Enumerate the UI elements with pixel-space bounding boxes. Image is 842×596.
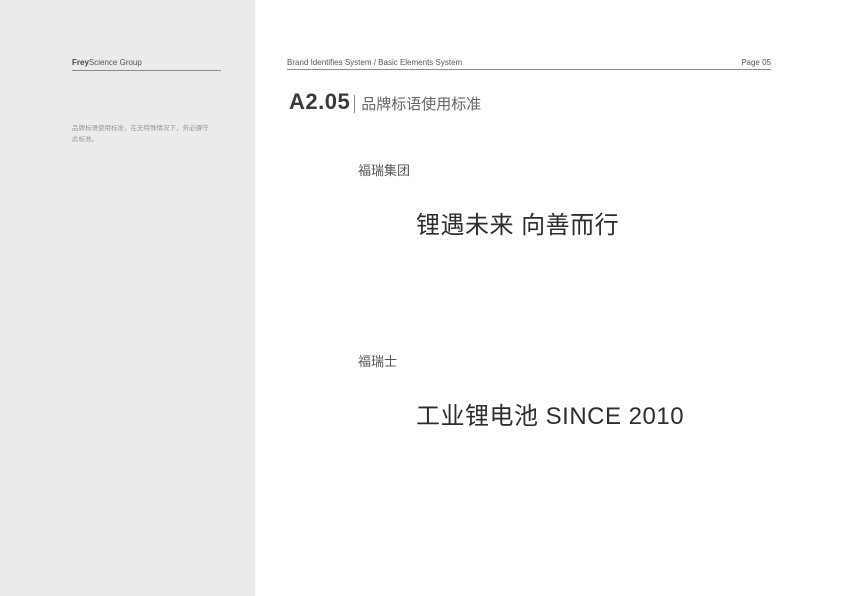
slogan-text-brand: 工业锂电池 SINCE 2010 [416, 403, 685, 430]
page-number: Page 05 [741, 58, 771, 67]
section-code: A2.05 [289, 89, 351, 114]
brand-name: FreyScience Group [72, 58, 221, 71]
slogan-text-group: 锂遇未来 向善而行 [416, 212, 620, 239]
slogan-label-brand: 福瑞士 [358, 354, 398, 369]
slogan-label-group: 福瑞集团 [358, 163, 411, 178]
sidebar-note-line1: 品牌标语使用标准，在无特殊情况下，务必遵守 [72, 125, 209, 132]
section-title: A2.05 品牌标语使用标准 [289, 89, 481, 119]
breadcrumb: Brand Identifies System / Basic Elements… [287, 58, 463, 67]
sidebar-note: 品牌标语使用标准，在无特殊情况下，务必遵守 此标准。 [72, 123, 228, 145]
sidebar-note-line2: 此标准。 [72, 136, 98, 143]
page-header: Brand Identifies System / Basic Elements… [287, 58, 771, 70]
section-name: 品牌标语使用标准 [361, 96, 482, 113]
brand-name-part1: Frey [72, 58, 89, 67]
section-divider [354, 95, 356, 113]
sidebar: FreyScience Group 品牌标语使用标准，在无特殊情况下，务必遵守 … [0, 0, 255, 596]
brand-name-part2: Science Group [88, 58, 142, 67]
